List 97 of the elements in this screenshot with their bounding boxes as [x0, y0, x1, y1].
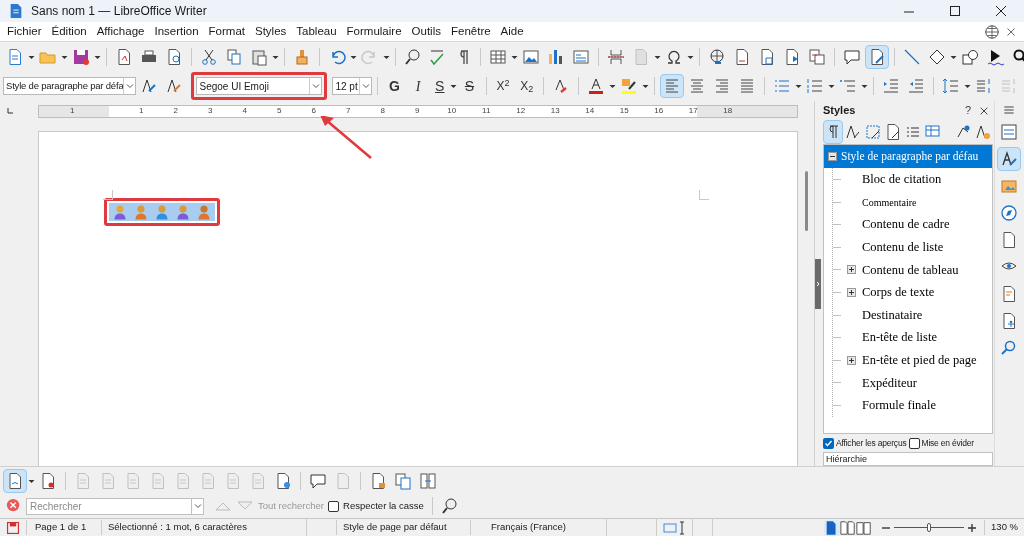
ruler-number: 12	[515, 107, 527, 115]
style-item[interactable]: Contenu de tableau	[861, 260, 960, 280]
checkbox[interactable]	[823, 438, 834, 450]
ruler-number: 16	[653, 107, 665, 115]
panel-title: Styles	[823, 103, 856, 119]
ruler-number: 2	[172, 107, 179, 115]
ruler-number: 5	[276, 107, 283, 115]
filter-dropdown[interactable]: Hiérarchie	[823, 452, 993, 466]
menu-item[interactable]: Aide	[495, 22, 529, 41]
menu-icon[interactable]	[1002, 103, 1016, 117]
help-button[interactable]: ?	[964, 102, 971, 119]
window-title: Sans nom 1 — LibreOffice Writer	[31, 3, 207, 20]
save-status-icon[interactable]	[6, 520, 20, 535]
menu-item[interactable]: Insertion	[149, 22, 204, 41]
checkbox-label: Respecter la casse	[343, 498, 424, 513]
styles-tab-icon[interactable]	[997, 147, 1021, 171]
show-changes-icon[interactable]	[3, 468, 27, 493]
language: Français (France)	[470, 520, 606, 535]
superscript-button[interactable]: X$^{2}$	[491, 77, 515, 95]
ruler-number: 1	[69, 107, 76, 115]
selected-emoji-text[interactable]	[109, 203, 215, 221]
ruler-number: 8	[379, 107, 386, 115]
subscript-button[interactable]: X$_{2}$	[515, 77, 539, 95]
style-item[interactable]: Formule finale	[861, 396, 937, 415]
person-icon	[176, 204, 190, 220]
zoom-percent[interactable]: 130 %	[984, 520, 1024, 535]
style-item[interactable]: En-tête et pied de page	[861, 351, 978, 370]
ruler-number: 1	[138, 107, 145, 115]
checkbox-label: Afficher les aperçus	[836, 437, 907, 451]
expand-icon[interactable]	[846, 288, 856, 298]
ruler[interactable]: 1 1 2 3 4 5 6 7 8 9 10 11 12 13 14 15 16 17 18	[38, 104, 798, 118]
ruler-number: 18	[722, 107, 734, 115]
scrollbar-thumb[interactable]	[804, 171, 808, 231]
style-item[interactable]: Expéditeur	[861, 373, 918, 393]
checkbox[interactable]	[328, 500, 339, 512]
menu-item[interactable]: Fenêtre	[445, 22, 496, 41]
person-icon	[113, 204, 127, 220]
menu-item[interactable]: Formulaire	[341, 22, 407, 41]
paragraph-style-field[interactable]: Style de paragraphe par défa	[3, 77, 137, 95]
ruler-number: 17	[687, 107, 699, 115]
font-name-field[interactable]: Segoe UI Emoji	[196, 77, 323, 95]
multi-page-view-icon[interactable]	[840, 519, 856, 536]
menu-item[interactable]: Format	[203, 22, 250, 41]
style-item[interactable]: Contenu de cadre	[861, 215, 951, 235]
underline-button[interactable]: S	[430, 75, 450, 97]
menu-item[interactable]: Édition	[46, 22, 92, 41]
tab-stop-icon[interactable]	[6, 107, 14, 115]
ruler-number: 10	[446, 107, 458, 115]
style-item[interactable]: Bloc de citation	[861, 170, 943, 189]
ruler-number: 11	[481, 107, 492, 115]
ruler-number: 13	[549, 107, 561, 115]
paragraph-styles-icon[interactable]	[823, 120, 843, 145]
style-item[interactable]: Contenu de liste	[861, 238, 945, 257]
find-replace-icon[interactable]	[440, 497, 459, 515]
collapse-handle-icon[interactable]	[815, 258, 821, 309]
ruler-number: 7	[345, 107, 352, 115]
person-icon	[134, 204, 148, 220]
expand-icon[interactable]	[846, 265, 856, 275]
italic-button[interactable]: I	[406, 75, 430, 97]
insert-mode-icon[interactable]	[662, 520, 687, 535]
page-count: Page 1 de 1	[26, 520, 101, 535]
page-style: Style de page par défaut	[336, 520, 470, 535]
search-field[interactable]: Rechercher	[26, 497, 192, 515]
zoom-slider-thumb[interactable]	[927, 523, 931, 532]
ruler-number: 14	[584, 107, 596, 115]
single-page-view-icon[interactable]	[824, 519, 840, 536]
person-icon	[155, 204, 169, 220]
checkbox[interactable]	[908, 438, 920, 450]
font-size-field[interactable]: 12 pt	[332, 77, 373, 95]
checkbox-label: Mise en évider	[921, 437, 974, 451]
collapse-icon[interactable]	[828, 152, 837, 162]
edit-document-icon[interactable]	[865, 45, 889, 69]
bold-button[interactable]: G	[383, 75, 406, 97]
menu-item[interactable]: Fichier	[2, 22, 47, 41]
zoom-in-icon[interactable]	[966, 521, 978, 534]
ruler-number: 4	[241, 107, 248, 115]
ruler-number: 6	[310, 107, 317, 115]
selection-count: Sélectionné : 1 mot, 6 caractères	[101, 520, 306, 535]
expand-icon[interactable]	[846, 355, 856, 365]
menu-item[interactable]: Outils	[406, 22, 446, 41]
style-item[interactable]: Style de paragraphe par défau	[824, 145, 992, 169]
person-icon	[197, 204, 211, 220]
zoom-slider[interactable]	[894, 522, 964, 533]
style-item[interactable]: Destinataire	[861, 305, 924, 325]
ruler-number: 3	[207, 107, 214, 115]
document-icon	[8, 3, 24, 19]
menu-item[interactable]: Affichage	[91, 22, 150, 41]
globe-icon[interactable]	[984, 23, 1000, 40]
strikethrough-button[interactable]: S	[458, 75, 481, 97]
menu-item[interactable]: Styles	[249, 22, 292, 41]
menu-item[interactable]: Tableau	[291, 22, 342, 41]
ruler-number: 9	[414, 107, 421, 115]
style-item[interactable]: Commentaire	[861, 194, 918, 210]
ruler-number: 15	[618, 107, 630, 115]
style-item[interactable]: En-tête de liste	[861, 328, 938, 348]
align-left-icon[interactable]	[660, 74, 685, 98]
style-item[interactable]: Corps de texte	[861, 283, 936, 302]
